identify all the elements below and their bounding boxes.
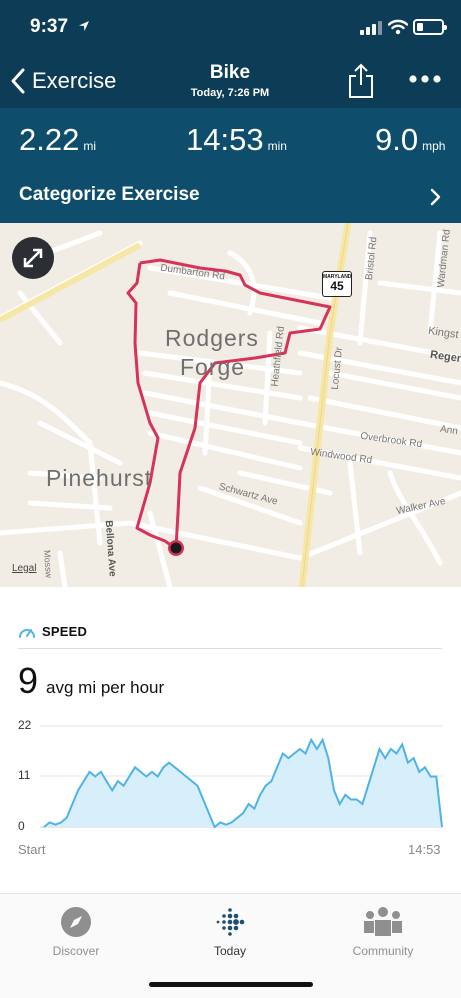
- expand-icon: [23, 248, 43, 268]
- map-legal-link[interactable]: Legal: [12, 563, 36, 574]
- community-icon: [364, 907, 402, 936]
- stats-row: 2.22 mi 14:53 min 9.0 mph: [0, 122, 461, 166]
- distance-stat: 2.22 mi: [19, 122, 96, 158]
- duration-value: 14:53: [186, 122, 264, 157]
- compass-icon: [61, 907, 91, 937]
- status-bar: 9:37: [0, 0, 461, 50]
- page-title: Bike: [209, 62, 251, 83]
- map-streets: [0, 223, 461, 587]
- tab-community[interactable]: Community: [323, 906, 443, 958]
- map-road-ann: Ann: [439, 423, 459, 438]
- tab-today[interactable]: Today: [170, 906, 290, 958]
- status-time: 9:37: [30, 16, 69, 37]
- speed-value: 9.0: [375, 122, 419, 157]
- categorize-exercise-row[interactable]: Categorize Exercise: [0, 166, 461, 223]
- average-speed-value: 9: [18, 660, 39, 701]
- speed-heading-label: SPEED: [42, 624, 88, 639]
- map-place-forge: Forge: [180, 354, 246, 380]
- distance-value: 2.22: [19, 122, 80, 157]
- speed-stat: 9.0 mph: [375, 122, 445, 158]
- distance-unit: mi: [83, 139, 97, 153]
- page-subtitle: Today, 7:26 PM: [190, 87, 270, 99]
- categorize-exercise-label: Categorize Exercise: [19, 184, 200, 205]
- speed-unit: mph: [422, 139, 446, 153]
- home-indicator: [149, 982, 313, 987]
- x-end-label: 14:53: [408, 842, 441, 857]
- chevron-right-icon: [430, 188, 441, 206]
- speedometer-icon: [19, 628, 35, 638]
- back-label: Exercise: [32, 68, 117, 93]
- duration-unit: min: [267, 139, 287, 153]
- route-map[interactable]: MARYLAND 45 Rodgers Forge Pinehurst Dumb…: [0, 223, 461, 587]
- exercise-stats: 2.22 mi 14:53 min 9.0 mph Categorize Exerci…: [0, 108, 461, 223]
- share-icon[interactable]: [347, 63, 375, 99]
- tab-today-label: Today: [213, 944, 247, 958]
- header-bar: 9:37 Exercise Bike Today, 7:26 PM: [0, 0, 461, 108]
- average-speed: 9 avg mi per hour: [18, 660, 164, 702]
- cellular-signal-icon: [360, 21, 382, 35]
- battery-icon: [413, 19, 447, 35]
- speed-heading: SPEED: [18, 624, 87, 639]
- fitbit-logo-icon: [216, 908, 245, 936]
- back-button[interactable]: Exercise: [10, 66, 116, 96]
- average-speed-unit: avg mi per hour: [46, 678, 165, 697]
- more-options-icon[interactable]: [408, 74, 442, 84]
- map-road-mossw: Mossw: [42, 549, 54, 579]
- wifi-icon: [388, 19, 408, 35]
- page-title-group: Bike Today, 7:26 PM: [150, 62, 310, 99]
- shield-route-number: 45: [330, 279, 344, 293]
- tab-community-label: Community: [352, 944, 414, 958]
- route-shield: MARYLAND 45: [322, 271, 352, 297]
- speed-chart: 22 11 0 Start 14:53: [0, 712, 461, 872]
- expand-map-button[interactable]: [12, 237, 54, 279]
- tab-discover[interactable]: Discover: [16, 906, 136, 958]
- x-start-label: Start: [18, 842, 46, 857]
- location-arrow-icon: [79, 21, 89, 31]
- tab-discover-label: Discover: [52, 944, 100, 958]
- duration-stat: 14:53 min: [186, 122, 287, 158]
- map-place-pinehurst: Pinehurst: [46, 465, 153, 491]
- chevron-left-icon: [11, 68, 25, 94]
- speed-divider: [18, 648, 442, 649]
- map-place-rodgers: Rodgers: [165, 325, 259, 351]
- speed-chart-plot: [40, 725, 443, 829]
